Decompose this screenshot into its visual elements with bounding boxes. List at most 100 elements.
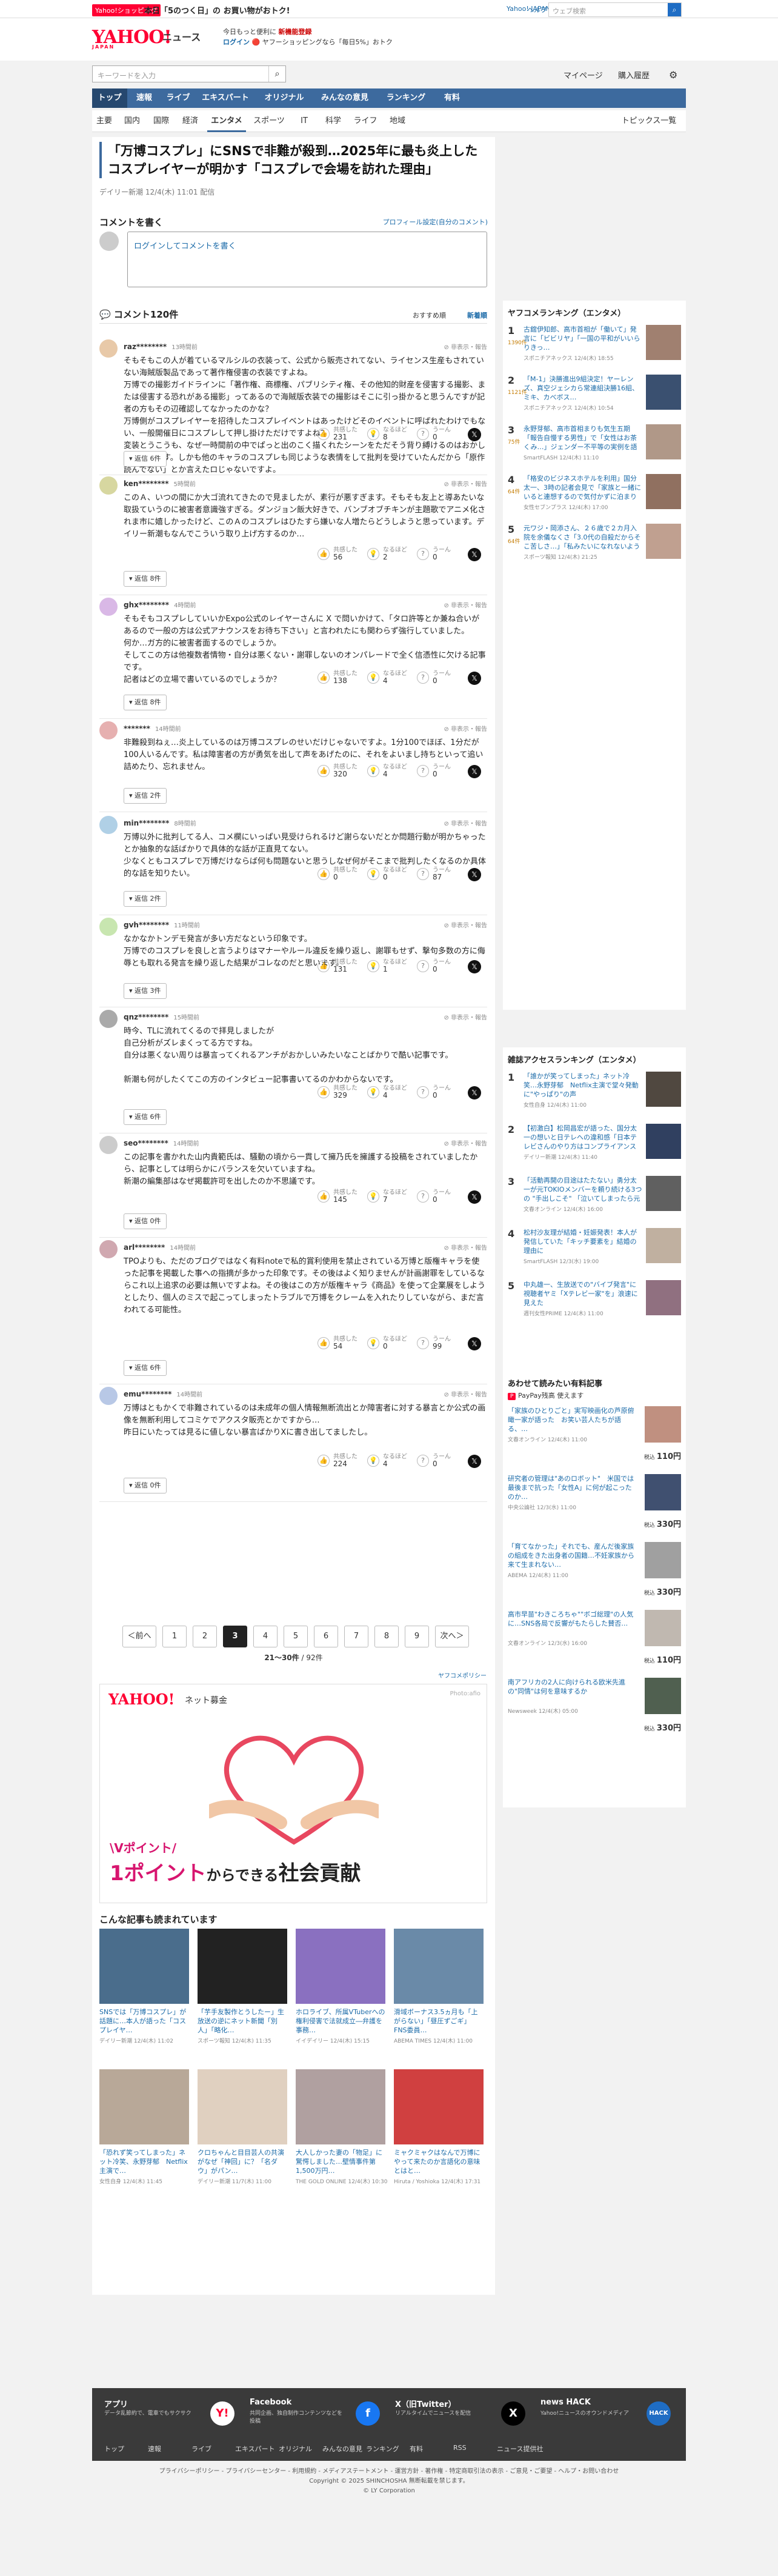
- reaction-hmm-button[interactable]: ? うーん 0: [417, 544, 463, 562]
- rank-thumbnail[interactable]: [646, 325, 681, 360]
- page-button[interactable]: 7: [344, 1626, 368, 1647]
- related-title[interactable]: 「芋手友製作とうしたー」生放送の逆にネット新聞「別人」「略化…: [198, 2007, 287, 2035]
- prev-page-button[interactable]: ＜前へ: [122, 1626, 156, 1647]
- related-title[interactable]: クロちゃんと目目芸人の共演がなぜ「神回」に？「名ダウ」がパン…: [198, 2148, 287, 2175]
- report-link[interactable]: ⊘ 非表示・報告: [444, 1012, 487, 1021]
- rank-title[interactable]: 永野芽郁、高市首相まりも気生五期「報告自慢する男性」で「女性はお茶くみ…」ジェン…: [524, 424, 642, 452]
- comment-username[interactable]: *******: [124, 724, 150, 733]
- reaction-hmm-button[interactable]: ? うーん 87: [417, 864, 463, 883]
- ranking-item[interactable]: 5 64件 元ワジ・岡添さん、２６歳で２カ月入院を余儀なくさ「3.0代の自殺だからそ…: [508, 524, 681, 567]
- reaction-agree-button[interactable]: 👍 共感した 231: [318, 424, 364, 442]
- related-thumbnail[interactable]: [296, 1929, 385, 2004]
- donation-ad-banner[interactable]: YAHOO! ネット募金 Photo:afio \Vポイント/ 1ポイントからで…: [99, 1684, 487, 1903]
- paid-title[interactable]: 「家族のひとりごと」実写映画化の芦原俯瞰一家が語った お笑い芸人たちが語る、…: [508, 1406, 636, 1434]
- footer-nav-item[interactable]: ライブ: [191, 2444, 211, 2454]
- reaction-agree-button[interactable]: 👍 共感した 145: [318, 1187, 364, 1205]
- footer-facebook-link[interactable]: Facebook 共同企画、独自制作コンテンツなどを投稿 f: [250, 2398, 392, 2434]
- access-ranking-item[interactable]: 2 【初激白】松岡昌宏が語った、国分太一の想いと日テレへの違和感「日本テレビさんの…: [508, 1124, 681, 1170]
- reply-toggle-button[interactable]: ▾ 返信 2件: [124, 788, 167, 804]
- access-ranking-item[interactable]: 1 「誰かが笑ってしまった」ネット冷笑…永野芽郁 Netflix主演で堂々発動に"…: [508, 1072, 681, 1118]
- comment-user[interactable]: emu******** 14時間前: [124, 1389, 202, 1398]
- rank-thumbnail[interactable]: [646, 474, 681, 509]
- new-feature-link[interactable]: 新機能登録: [279, 28, 312, 36]
- comment-username[interactable]: emu********: [124, 1390, 171, 1398]
- paid-article[interactable]: 南アフリカの2人に向けられる欧米先進の"同情"は何を意味するか Newsweek …: [508, 1678, 681, 1738]
- reaction-hmm-button[interactable]: ? うーん 0: [417, 1451, 463, 1469]
- report-link[interactable]: ⊘ 非表示・報告: [444, 1389, 487, 1398]
- reaction-agree-button[interactable]: 👍 共感した 320: [318, 761, 364, 779]
- yahoo-logo[interactable]: YAHOO! JAPAN: [92, 27, 172, 50]
- avatar[interactable]: [99, 1136, 118, 1154]
- report-link[interactable]: ⊘ 非表示・報告: [444, 600, 487, 609]
- paid-title[interactable]: 南アフリカの2人に向けられる欧米先進の"同情"は何を意味するか: [508, 1678, 636, 1706]
- related-article[interactable]: 「恐れず笑ってしまった」ネット冷笑、永野芽郁 Netflix主演で… 女性自身 1…: [99, 2069, 189, 2191]
- share-x-icon[interactable]: 𝕏: [468, 548, 481, 561]
- reply-toggle-button[interactable]: ▾ 返信 3件: [124, 983, 167, 999]
- reaction-hmm-button[interactable]: ? うーん 0: [417, 1083, 463, 1101]
- comment-user[interactable]: ken******** 5時間前: [124, 479, 196, 488]
- footer-nav-item[interactable]: みんなの意見: [322, 2444, 362, 2454]
- footer-nav-item[interactable]: トップ: [104, 2444, 124, 2454]
- footer-nav-item[interactable]: 有料: [410, 2444, 423, 2454]
- access-title[interactable]: 「活動再開の目途はたたない」勇分太一が元TOKIOメンバーを頼り続ける3つ の …: [524, 1176, 642, 1204]
- reaction-agree-button[interactable]: 👍 共感した 329: [318, 1083, 364, 1101]
- purchase-history-link[interactable]: 購入履歴: [618, 69, 650, 81]
- avatar[interactable]: [99, 1010, 118, 1028]
- cat-life[interactable]: ライフ: [350, 110, 381, 132]
- reaction-think-button[interactable]: 💡 なるほど 0: [367, 864, 413, 883]
- reaction-think-button[interactable]: 💡 なるほど 4: [367, 1083, 413, 1101]
- access-ranking-item[interactable]: 4 松村沙友理が結婚・妊娠発表！本人が発信していた「キッチ要素を」結婚の理由に Sm…: [508, 1228, 681, 1274]
- paid-title[interactable]: 「育てなかった」それでも、産んだ後家族の組成をきた出身者の国籍…不妊家族から来て…: [508, 1542, 636, 1570]
- comment-user[interactable]: ghx******** 4時間前: [124, 600, 196, 609]
- reply-toggle-button[interactable]: ▾ 返信 6件: [124, 1109, 167, 1125]
- comment-user[interactable]: arl******** 14時間前: [124, 1243, 196, 1252]
- rank-title[interactable]: 「M-1」決勝進出9組決定！ヤーレンズ、真空ジェシカら常連組決勝16組、ミキ、カ…: [524, 375, 642, 402]
- reaction-agree-button[interactable]: 👍 共感した 56: [318, 544, 364, 562]
- page-button[interactable]: 5: [284, 1626, 308, 1647]
- comment-username[interactable]: min********: [124, 819, 169, 827]
- report-link[interactable]: ⊘ 非表示・報告: [444, 818, 487, 827]
- next-page-button[interactable]: 次へ＞: [435, 1626, 469, 1647]
- comment-textarea[interactable]: ログインしてコメントを書く: [127, 232, 487, 287]
- paid-article[interactable]: 「育てなかった」それでも、産んだ後家族の組成をきた出身者の国籍…不妊家族から来て…: [508, 1542, 681, 1603]
- yahoo-comment-policy-link[interactable]: ヤフコメポリシー: [438, 1670, 487, 1680]
- share-x-icon[interactable]: 𝕏: [468, 765, 481, 778]
- paid-thumbnail[interactable]: [645, 1610, 681, 1646]
- avatar[interactable]: [99, 816, 118, 834]
- related-thumbnail[interactable]: [296, 2069, 385, 2144]
- comment-user[interactable]: gvh******** 11時間前: [124, 920, 200, 929]
- avatar[interactable]: [99, 1387, 118, 1405]
- page-button[interactable]: 9: [405, 1626, 429, 1647]
- related-thumbnail[interactable]: [99, 1929, 189, 2004]
- ranking-item[interactable]: 2 1121件 「M-1」決勝進出9組決定！ヤーレンズ、真空ジェシカら常連組決勝16…: [508, 375, 681, 418]
- footer-nav-item[interactable]: オリジナル: [279, 2444, 312, 2454]
- comment-user[interactable]: min******** 8時間前: [124, 818, 196, 827]
- access-title[interactable]: 【初激白】松岡昌宏が語った、国分太一の想いと日テレへの違和感「日本テレビさんのや…: [524, 1124, 642, 1152]
- related-article[interactable]: ミャクミャクはなんで万博にやって来たのか言語化の意味とはと… Hiruta / Y…: [394, 2069, 484, 2191]
- access-thumbnail[interactable]: [646, 1228, 681, 1263]
- profile-settings-link[interactable]: プロフィール設定(自分のコメント): [383, 217, 488, 227]
- nav-original[interactable]: オリジナル: [256, 88, 313, 108]
- gear-icon[interactable]: ⚙: [669, 69, 677, 81]
- footer-nav-item[interactable]: ニュース提供社: [497, 2444, 543, 2454]
- reply-toggle-button[interactable]: ▾ 返信 6件: [124, 1360, 167, 1376]
- ranking-item[interactable]: 3 75件 永野芽郁、高市首相まりも気生五期「報告自慢する男性」で「女性はお茶くみ……: [508, 424, 681, 468]
- search-icon[interactable]: ⌕: [268, 66, 285, 82]
- comment-username[interactable]: gvh********: [124, 921, 169, 929]
- related-title[interactable]: 「恐れず笑ってしまった」ネット冷笑、永野芽郁 Netflix主演で…: [99, 2148, 189, 2175]
- avatar[interactable]: [99, 598, 118, 616]
- header-line2[interactable]: ヤフーショッピングなら「毎日5%」おトク: [262, 38, 393, 46]
- paid-title[interactable]: 研究者の管理は"あのロボット" 米国では最後まで抗った「女性A」に何が起こったの…: [508, 1474, 636, 1502]
- sort-recommended[interactable]: おすすめ順: [413, 310, 446, 320]
- nav-top[interactable]: トップ: [92, 88, 127, 108]
- comment-username[interactable]: arl********: [124, 1243, 165, 1252]
- avatar[interactable]: [99, 918, 118, 936]
- ranking-item[interactable]: 4 64件 「格安のビジネスホテルを利用」国分太一、3時の記者会見で「家族と一緒にい…: [508, 474, 681, 518]
- reaction-think-button[interactable]: 💡 なるほど 4: [367, 668, 413, 686]
- related-article[interactable]: クロちゃんと目目芸人の共演がなぜ「神回」に？「名ダウ」がパン… デイリー新潮 11…: [198, 2069, 287, 2191]
- help-link[interactable]: ヘルプ: [527, 5, 547, 15]
- reaction-hmm-button[interactable]: ? うーん 0: [417, 668, 463, 686]
- comment-username[interactable]: ken********: [124, 479, 169, 488]
- access-ranking-item[interactable]: 5 中丸雄一、生放送での"バイブ発言"に視聴者ヤミ「Xテレビ一家"を」浪速に見えた…: [508, 1280, 681, 1326]
- nav-live[interactable]: ライブ: [161, 88, 195, 108]
